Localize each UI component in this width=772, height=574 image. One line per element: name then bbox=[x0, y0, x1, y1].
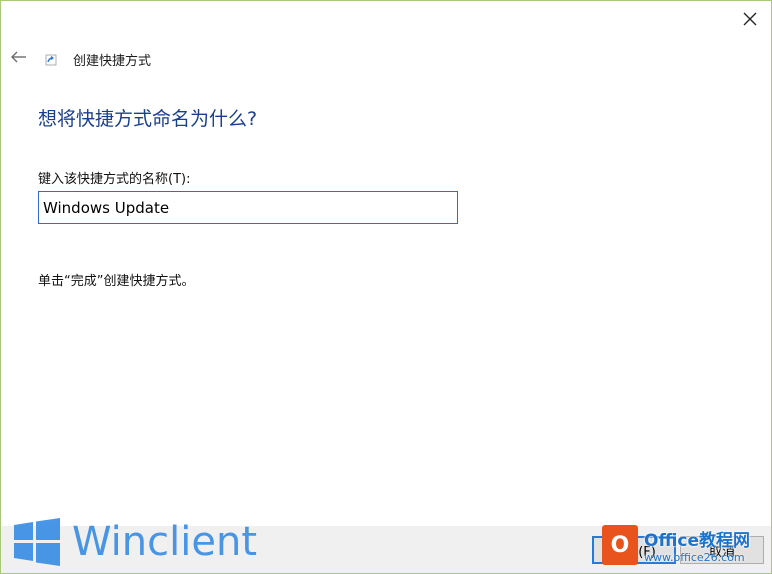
winclient-wordmark: Winclient bbox=[72, 519, 257, 565]
back-arrow-icon bbox=[11, 51, 26, 63]
windows-logo-icon bbox=[14, 518, 60, 566]
shortcut-name-label: 键入该快捷方式的名称(T): bbox=[38, 172, 191, 187]
finish-hint-text: 单击“完成”创建快捷方式。 bbox=[38, 274, 195, 289]
close-icon bbox=[743, 12, 757, 26]
shortcut-name-input[interactable] bbox=[38, 191, 458, 224]
shortcut-wizard-icon bbox=[45, 54, 57, 66]
close-button[interactable] bbox=[736, 6, 764, 32]
office-url-text: www.office26.com bbox=[644, 551, 745, 564]
page-heading: 想将快捷方式命名为什么? bbox=[38, 108, 258, 130]
window-title: 创建快捷方式 bbox=[73, 54, 152, 69]
winclient-watermark: Winclient bbox=[12, 514, 257, 570]
office-brand-text: Office教程网 bbox=[644, 531, 751, 551]
back-button[interactable] bbox=[8, 46, 30, 68]
office-watermark: O Office教程网 www.office26.com bbox=[602, 520, 770, 570]
office-logo-icon: O bbox=[602, 525, 638, 565]
